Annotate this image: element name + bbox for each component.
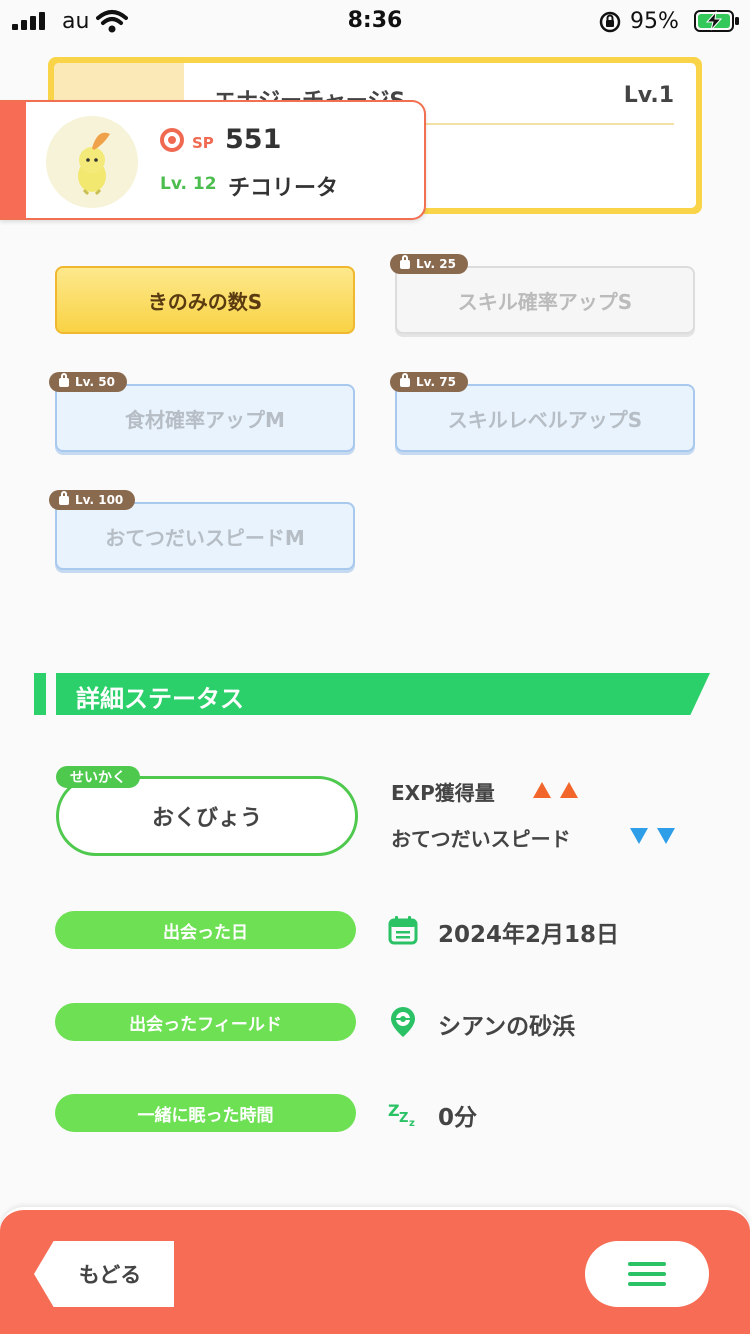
lock-level: Lv. 75: [416, 375, 456, 389]
subskill-label: 食材確率アップM: [125, 407, 285, 432]
up-arrow-icon: [560, 782, 578, 798]
lock-badge: Lv. 75: [390, 372, 468, 392]
down-arrow-icon: [630, 828, 648, 844]
lock-icon: [59, 490, 69, 505]
subskill-label: スキル確率アップS: [457, 289, 633, 314]
subskill-button-4[interactable]: スキルレベルアップS: [395, 384, 695, 452]
subskill-label: スキルレベルアップS: [447, 407, 643, 432]
lock-icon: [59, 372, 69, 387]
subskill-button-1[interactable]: きのみの数S: [55, 266, 355, 334]
pokemon-sprite-icon: [78, 132, 110, 196]
sp-value: 551: [225, 124, 282, 155]
lock-level: Lv. 25: [416, 257, 456, 271]
main-skill-level: Lv.1: [623, 83, 674, 108]
down-arrow-icon: [657, 828, 675, 844]
subskill-button-5[interactable]: おてつだいスピードM: [55, 502, 355, 570]
nature-up-effect: EXP獲得量: [391, 781, 495, 805]
hamburger-icon: [628, 1282, 666, 1286]
sp-label: SP: [192, 134, 214, 152]
battery-charging-icon: [694, 10, 739, 32]
nature-tag: せいかく: [56, 766, 140, 788]
met-field-label: 出会ったフィールド: [55, 1003, 356, 1041]
met-date-value: 2024年2月18日: [438, 922, 620, 948]
hamburger-icon: [628, 1262, 666, 1266]
location-pin-icon: [391, 1007, 415, 1037]
lock-badge: Lv. 25: [390, 254, 468, 274]
lock-badge: Lv. 50: [49, 372, 127, 392]
calendar-icon: [388, 916, 418, 945]
pokemon-name: チコリータ: [228, 176, 339, 201]
avatar: [46, 116, 138, 208]
subskill-button-2[interactable]: スキル確率アップS: [395, 266, 695, 334]
subskill-label: きのみの数S: [147, 289, 263, 314]
lock-level: Lv. 50: [75, 375, 115, 389]
nature-value: おくびょう: [151, 806, 262, 831]
pokemon-summary-card: SP 551 Lv. 12 チコリータ: [0, 100, 426, 220]
svg-text:Z: Z: [399, 1111, 408, 1126]
subskill-label: おてつだいスピードM: [105, 525, 305, 550]
orientation-lock-icon: [599, 11, 621, 33]
lock-icon: [400, 372, 410, 387]
up-arrow-icon: [533, 782, 551, 798]
met-date-label: 出会った日: [55, 911, 356, 949]
nature-down-effect: おてつだいスピード: [391, 827, 571, 851]
section-accent: [34, 673, 46, 715]
status-bar: au 8:36 95%: [0, 0, 750, 44]
hamburger-icon: [628, 1272, 666, 1276]
met-field-value: シアンの砂浜: [438, 1014, 576, 1040]
sleep-time-label: 一緒に眠った時間: [55, 1094, 356, 1132]
subskill-button-3[interactable]: 食材確率アップM: [55, 384, 355, 452]
nature-box[interactable]: おくびょう: [56, 776, 358, 856]
menu-button[interactable]: [585, 1241, 709, 1307]
battery-percent: 95%: [630, 9, 679, 34]
lock-icon: [400, 254, 410, 269]
sleep-zzz-icon: Z Z z: [388, 1101, 415, 1129]
sleep-time-value: 0分: [438, 1105, 478, 1131]
lock-badge: Lv. 100: [49, 490, 136, 510]
svg-text:z: z: [409, 1118, 415, 1129]
card-accent-strip: [0, 102, 26, 218]
pokemon-level: Lv. 12: [160, 174, 217, 194]
sp-icon: [160, 128, 184, 152]
svg-text:Z: Z: [388, 1101, 400, 1120]
section-title: 詳細ステータス: [76, 685, 244, 713]
back-button[interactable]: もどる: [34, 1241, 174, 1307]
back-button-label: もどる: [78, 1263, 142, 1287]
lock-level: Lv. 100: [75, 493, 124, 507]
